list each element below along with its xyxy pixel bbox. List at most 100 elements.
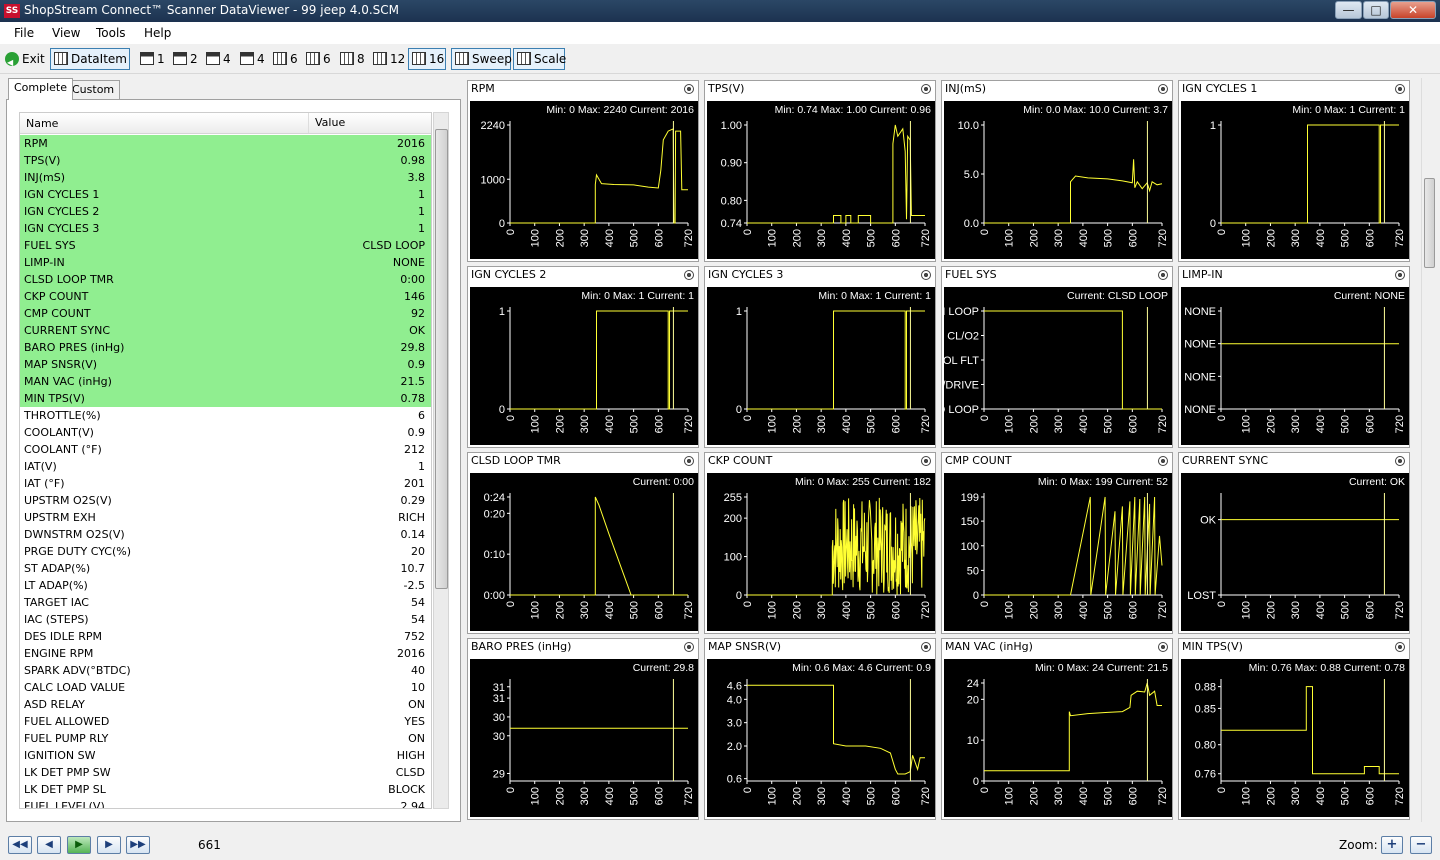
list-item[interactable]: MIN TPS(V) 0.78 [20, 390, 431, 407]
graph-panel[interactable]: FUEL SYS Current: CLSD LOOP CLSD LOOP OL/DR… [941, 266, 1173, 448]
graph-options-icon[interactable] [1158, 642, 1168, 652]
graph-options-icon[interactable] [1395, 642, 1405, 652]
zoom-out-button[interactable]: − [1410, 836, 1432, 854]
layout-12-button[interactable]: 12 [369, 48, 405, 70]
list-item[interactable]: LIMP-IN NONE [20, 254, 431, 271]
layout-2-button[interactable]: 2 [169, 48, 201, 70]
list-item[interactable]: COOLANT (°F) 212 [20, 441, 431, 458]
list-item[interactable]: TPS(V) 0.98 [20, 152, 431, 169]
menu-help[interactable]: Help [144, 26, 171, 40]
minimize-button[interactable]: — [1335, 1, 1362, 19]
layout-6b-button[interactable]: 6 [302, 48, 334, 70]
list-item[interactable]: ASD RELAY ON [20, 696, 431, 713]
list-item[interactable]: FUEL PUMP RLY ON [20, 730, 431, 747]
graph-options-icon[interactable] [921, 270, 931, 280]
list-item[interactable]: TARGET IAC 54 [20, 594, 431, 611]
list-item[interactable]: IGN CYCLES 3 1 [20, 220, 431, 237]
graph-panel[interactable]: INJ(mS) Min: 0.0 Max: 10.0 Current: 3.7 0.… [941, 80, 1173, 262]
list-item[interactable]: CKP COUNT 146 [20, 288, 431, 305]
graph-options-icon[interactable] [1395, 84, 1405, 94]
tab-complete[interactable]: Complete [8, 78, 74, 100]
list-item[interactable]: IAT (°F) 201 [20, 475, 431, 492]
graph-panel[interactable]: MAP SNSR(V) Min: 0.6 Max: 4.6 Current: 0.… [704, 638, 936, 820]
graph-options-icon[interactable] [921, 642, 931, 652]
list-item[interactable]: LK DET PMP SL BLOCK [20, 781, 431, 798]
column-header-value[interactable]: Value [308, 113, 345, 133]
menu-file[interactable]: File [14, 26, 34, 40]
graph-panel[interactable]: MAN VAC (inHg) Min: 0 Max: 24 Current: 21… [941, 638, 1173, 820]
graph-panel[interactable]: CMP COUNT Min: 0 Max: 199 Current: 52 0 50 1… [941, 452, 1173, 634]
graph-panel[interactable]: TPS(V) Min: 0.74 Max: 1.00 Current: 0.96 0… [704, 80, 936, 262]
graph-options-icon[interactable] [1395, 270, 1405, 280]
list-item[interactable]: PRGE DUTY CYC(%) 20 [20, 543, 431, 560]
list-item[interactable]: RPM 2016 [20, 135, 431, 152]
list-item[interactable]: IAC (STEPS) 54 [20, 611, 431, 628]
list-item[interactable]: IGN CYCLES 1 1 [20, 186, 431, 203]
play-button[interactable]: ▶ [67, 836, 91, 854]
graph-panel[interactable]: LIMP-IN Current: NONE NONE NONE NONE NONE 0 100… [1178, 266, 1410, 448]
graph-options-icon[interactable] [921, 456, 931, 466]
graph-options-icon[interactable] [684, 270, 694, 280]
layout-6-button[interactable]: 6 [269, 48, 301, 70]
scroll-thumb[interactable] [435, 129, 448, 589]
zoom-in-button[interactable]: + [1381, 836, 1403, 854]
exit-button[interactable]: Exit [1, 48, 45, 73]
prev-frame-button[interactable]: ◀ [37, 836, 61, 854]
layout-4-button[interactable]: 4 [202, 48, 234, 70]
list-item[interactable]: COOLANT(V) 0.9 [20, 424, 431, 441]
layout-1-button[interactable]: 1 [136, 48, 168, 70]
menu-tools[interactable]: Tools [96, 26, 126, 40]
layout-16-button[interactable]: 16 [408, 48, 446, 70]
tab-custom[interactable]: Custom [66, 80, 121, 99]
graph-options-icon[interactable] [1158, 270, 1168, 280]
maximize-button[interactable]: □ [1363, 1, 1389, 19]
graph-options-icon[interactable] [1158, 456, 1168, 466]
last-frame-button[interactable]: ▶▶ [126, 836, 150, 854]
column-header-name[interactable]: Name [26, 117, 58, 130]
list-item[interactable]: CALC LOAD VALUE 10 [20, 679, 431, 696]
list-item[interactable]: IGNITION SW HIGH [20, 747, 431, 764]
graph-panel[interactable]: IGN CYCLES 3 Min: 0 Max: 1 Current: 1 0 1 0 1… [704, 266, 936, 448]
dataitem-button[interactable]: DataItem [50, 48, 130, 70]
list-item[interactable]: MAN VAC (inHg) 21.5 [20, 373, 431, 390]
list-scrollbar[interactable] [433, 112, 449, 809]
list-item[interactable]: INJ(mS) 3.8 [20, 169, 431, 186]
list-item[interactable]: THROTTLE(%) 6 [20, 407, 431, 424]
graph-options-icon[interactable] [1158, 84, 1168, 94]
list-item[interactable]: IGN CYCLES 2 1 [20, 203, 431, 220]
graph-options-icon[interactable] [921, 84, 931, 94]
list-item[interactable]: MAP SNSR(V) 0.9 [20, 356, 431, 373]
menu-view[interactable]: View [52, 26, 80, 40]
next-frame-button[interactable]: ▶ [97, 836, 121, 854]
list-item[interactable]: DWNSTRM O2S(V) 0.14 [20, 526, 431, 543]
list-item[interactable]: LK DET PMP SW CLSD [20, 764, 431, 781]
list-item[interactable]: BARO PRES (inHg) 29.8 [20, 339, 431, 356]
list-item[interactable]: UPSTRM O2S(V) 0.29 [20, 492, 431, 509]
graph-panel[interactable]: MIN TPS(V) Min: 0.76 Max: 0.88 Current: 0… [1178, 638, 1410, 820]
list-item[interactable]: ST ADAP(%) 10.7 [20, 560, 431, 577]
scroll-thumb[interactable] [1424, 178, 1435, 268]
graph-panel[interactable]: IGN CYCLES 2 Min: 0 Max: 1 Current: 1 0 1 0 1… [467, 266, 699, 448]
graph-panel[interactable]: CLSD LOOP TMR Current: 0:00 0:00 0:10 0:20 0:… [467, 452, 699, 634]
graph-panel[interactable]: CKP COUNT Min: 0 Max: 255 Current: 182 0 10… [704, 452, 936, 634]
list-item[interactable]: DES IDLE RPM 752 [20, 628, 431, 645]
list-item[interactable]: FUEL SYS CLSD LOOP [20, 237, 431, 254]
graph-panel[interactable]: RPM Min: 0 Max: 2240 Current: 2016 0 1000 22… [467, 80, 699, 262]
graph-panel[interactable]: BARO PRES (inHg) Current: 29.8 29 30 30 31 31 0… [467, 638, 699, 820]
layout-4b-button[interactable]: 4 [236, 48, 268, 70]
close-button[interactable]: ✕ [1390, 1, 1436, 19]
layout-8-button[interactable]: 8 [336, 48, 368, 70]
graph-panel[interactable]: CURRENT SYNC Current: OK LOST OK 0 100 200 300 4… [1178, 452, 1410, 634]
graph-options-icon[interactable] [684, 84, 694, 94]
list-item[interactable]: LT ADAP(%) -2.5 [20, 577, 431, 594]
list-item[interactable]: FUEL ALLOWED YES [20, 713, 431, 730]
scale-button[interactable]: Scale [513, 48, 566, 70]
list-item[interactable]: SPARK ADV(°BTDC) 40 [20, 662, 431, 679]
list-item[interactable]: CMP COUNT 92 [20, 305, 431, 322]
list-item[interactable]: IAT(V) 1 [20, 458, 431, 475]
graph-options-icon[interactable] [684, 642, 694, 652]
first-frame-button[interactable]: ◀◀ [8, 836, 32, 854]
graph-options-icon[interactable] [1395, 456, 1405, 466]
list-item[interactable]: CLSD LOOP TMR 0:00 [20, 271, 431, 288]
graph-scrollbar[interactable] [1421, 78, 1437, 822]
